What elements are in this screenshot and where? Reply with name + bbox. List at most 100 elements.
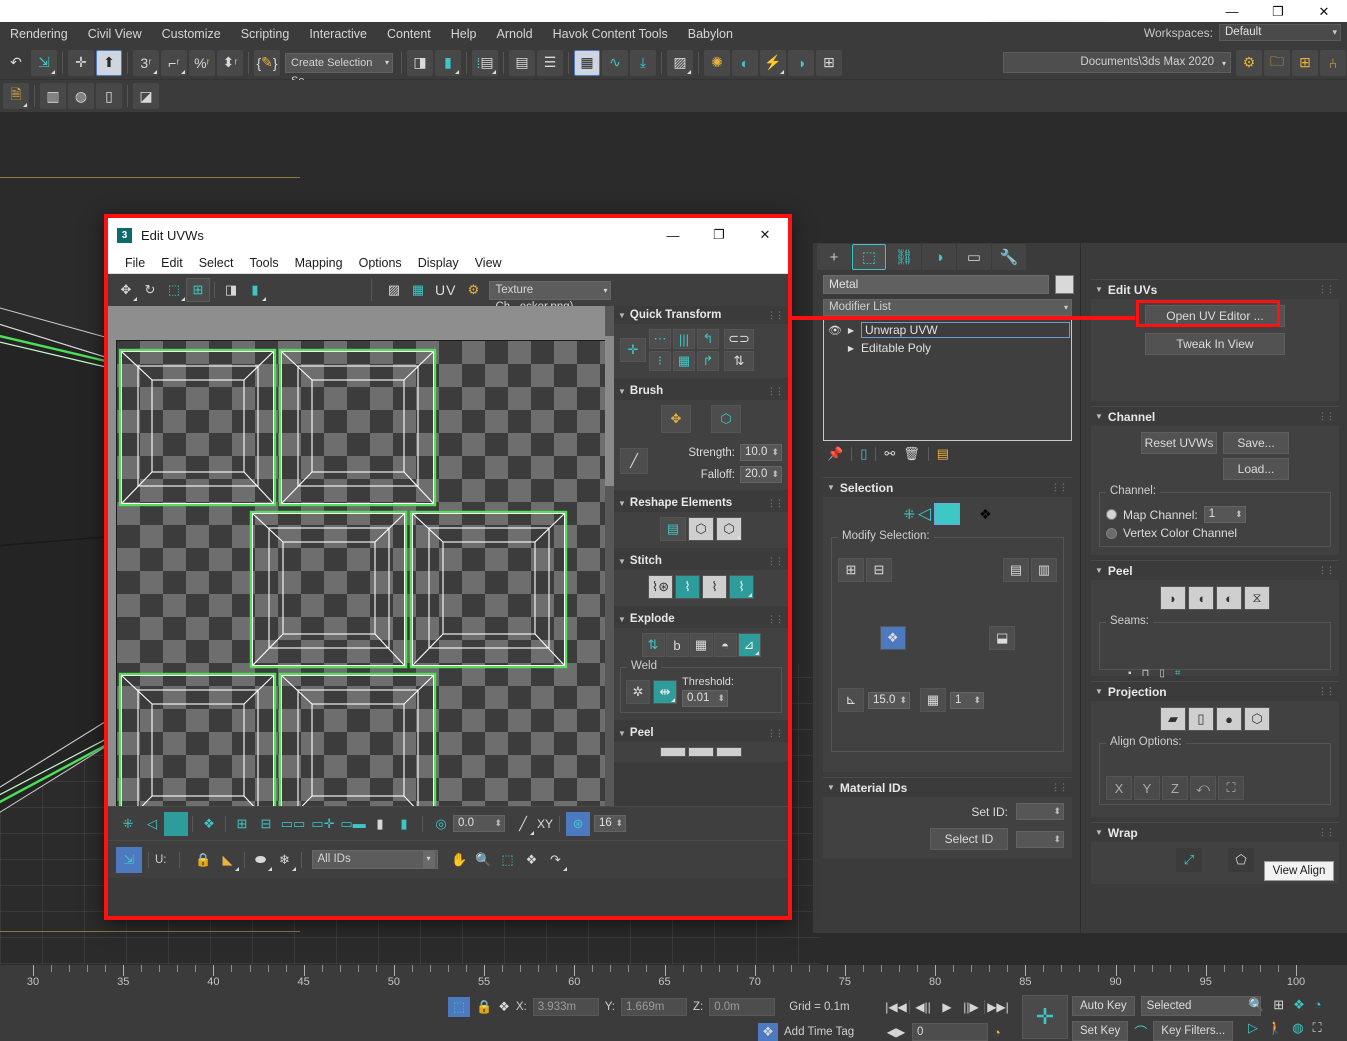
stitch-target-icon[interactable]: ⌇ xyxy=(702,575,727,599)
expand-selection-icon[interactable]: ⊞ xyxy=(230,812,254,836)
unwrap-options-icon[interactable]: ⇲ xyxy=(116,847,142,873)
uvw-menu-mapping[interactable]: Mapping xyxy=(287,254,351,272)
break-icon[interactable]: ⇅ xyxy=(642,633,665,657)
set-key-mode-icon[interactable]: ⤓ xyxy=(630,50,656,76)
rotate-cw-90-icon[interactable]: ↱ xyxy=(697,351,719,371)
show-end-result-icon[interactable]: ▯ xyxy=(860,446,867,462)
isolate-selection-icon[interactable]: ❖ xyxy=(498,999,510,1015)
save-channel-button[interactable]: Save... xyxy=(1223,432,1289,454)
select-id-button[interactable]: Select ID xyxy=(930,828,1008,850)
quick-peel-icon[interactable] xyxy=(660,747,686,757)
mirror-icon[interactable]: ◨ xyxy=(407,50,433,76)
field-of-view-icon[interactable]: ◔ xyxy=(1314,997,1322,1013)
edit-uvws-maximize-button[interactable]: ❐ xyxy=(696,218,742,252)
element-select-icon[interactable]: ❖ xyxy=(880,626,906,650)
spinner-snap-icon[interactable]: %ʳ xyxy=(189,50,215,76)
falloff-value[interactable]: 20.0 xyxy=(740,466,782,483)
select-object-icon[interactable]: ✛ xyxy=(68,50,94,76)
key-tangent-icon[interactable]: ⌒ xyxy=(1134,1022,1147,1041)
configure-project-icon[interactable]: ⚙ xyxy=(1236,50,1262,76)
modifier-list-dropdown[interactable]: Modifier List xyxy=(823,299,1072,316)
key-filters-button[interactable]: Key Filters... xyxy=(1153,1021,1233,1041)
time-tag-icon[interactable]: ❖ xyxy=(758,1023,778,1041)
uvw-menu-select[interactable]: Select xyxy=(191,254,242,272)
texture-settings-icon[interactable]: ⚙ xyxy=(461,278,485,302)
map-channel-row[interactable]: Map Channel: 1 xyxy=(1106,506,1324,523)
align-z-button[interactable]: Z xyxy=(1162,776,1188,800)
edge-sel-to-pelt-seam-icon[interactable]: ⊓ xyxy=(1142,668,1150,679)
edit-uvws-close-button[interactable]: ✕ xyxy=(742,218,788,252)
relax-icon[interactable]: ⬡ xyxy=(688,517,714,541)
paint-move-brush-icon[interactable]: ✥ xyxy=(661,405,691,433)
uvw-menu-edit[interactable]: Edit xyxy=(153,254,191,272)
falloff-curve-icon[interactable]: ╱ xyxy=(620,448,648,474)
x-value-field[interactable]: 3.933m xyxy=(533,998,599,1016)
ring-uv-icon[interactable]: ▭▬ xyxy=(338,812,368,836)
edit-uvws-minimize-button[interactable]: — xyxy=(650,218,696,252)
uvw-menu-view[interactable]: View xyxy=(467,254,510,272)
set-id-field[interactable] xyxy=(1016,803,1064,820)
space-vertical-icon[interactable]: ||| xyxy=(673,329,695,349)
render-iterative-icon[interactable]: ◑ xyxy=(788,50,814,76)
rotate-selected-icon[interactable]: ↻ xyxy=(138,278,162,302)
quick-transform-main-icon[interactable]: ✛ xyxy=(620,338,646,362)
window-minimize-button[interactable]: — xyxy=(1209,0,1255,22)
stack-item-editable-poly[interactable]: ▶ Editable Poly xyxy=(825,339,1070,357)
chevron-right-icon[interactable]: ▶ xyxy=(846,326,856,335)
pelt-map-icon[interactable] xyxy=(716,747,742,757)
open-file-icon[interactable]: 🗎 xyxy=(3,83,29,109)
vertex-color-row[interactable]: Vertex Color Channel xyxy=(1106,526,1324,540)
reset-uvws-button[interactable]: Reset UVWs xyxy=(1141,432,1217,454)
stitch-icon[interactable]: ⌇ xyxy=(729,575,754,599)
render-uv-template-icon[interactable]: ⬡ xyxy=(716,517,742,541)
time-slider-ruler[interactable]: 3035404550556065707580859095100 xyxy=(0,964,1347,992)
activeshade-icon[interactable]: ⊞ xyxy=(816,50,842,76)
strength-value[interactable]: 10.0 xyxy=(740,444,782,461)
snap-icon[interactable]: ⊛ xyxy=(566,812,590,836)
material-sphere-icon[interactable]: ◍ xyxy=(68,83,94,109)
face-subobject-icon[interactable] xyxy=(164,812,188,836)
align-horizontal-icon[interactable]: ⋯ xyxy=(649,329,671,349)
zoom-region-icon[interactable]: ⬚ xyxy=(496,848,520,872)
select-id-field[interactable] xyxy=(1016,831,1064,848)
menu-havok-content-tools[interactable]: Havok Content Tools xyxy=(543,24,678,44)
asset-tracking-icon[interactable]: ▥ xyxy=(40,83,66,109)
loop-uv-icon[interactable]: ▭▭ xyxy=(278,812,308,836)
flip-vertical-icon[interactable]: ⇅ xyxy=(724,351,754,371)
menu-customize[interactable]: Customize xyxy=(152,24,231,44)
named-selection-sets-icon[interactable]: {✎} xyxy=(254,50,280,76)
project-hierarchy-icon[interactable]: ⑃ xyxy=(1320,50,1346,76)
wrap-face-icon[interactable]: ⬠ xyxy=(1228,848,1254,872)
time-configuration-icon[interactable]: ◔ xyxy=(993,1025,1001,1040)
add-time-tag-label[interactable]: Add Time Tag xyxy=(784,1026,854,1038)
point-to-point-seam-icon[interactable]: ▪ xyxy=(1128,668,1132,679)
menu-civil-view[interactable]: Civil View xyxy=(78,24,152,44)
menu-help[interactable]: Help xyxy=(441,24,487,44)
object-color-swatch[interactable] xyxy=(1055,275,1074,294)
key-mode-toggle-icon[interactable]: ◀▶ xyxy=(885,1022,907,1041)
target-weld-icon[interactable]: ✲ xyxy=(626,680,650,704)
go-to-start-icon[interactable]: |◀◀ xyxy=(885,997,907,1017)
uv-canvas-area[interactable] xyxy=(108,306,614,806)
quick-peel-icon[interactable]: ◗ xyxy=(1160,586,1186,610)
uvroll-brush-header[interactable]: ▼ Brush ⋮⋮ xyxy=(614,382,788,400)
open-project-folder-icon[interactable]: 🗀 xyxy=(1264,50,1290,76)
xy-axis-label[interactable]: XY xyxy=(537,817,553,831)
uvroll-quick-transform-header[interactable]: ▼ Quick Transform ⋮⋮ xyxy=(614,306,788,324)
material-editor-icon[interactable]: ▨ xyxy=(667,50,693,76)
edge-subobject-icon[interactable]: ◁ xyxy=(140,812,164,836)
rotate-ccw-90-icon[interactable]: ↰ xyxy=(697,329,719,349)
best-align-icon[interactable]: ⤺ xyxy=(1190,776,1216,800)
snap-to-icon[interactable]: ↷ xyxy=(544,848,568,872)
percent-snap-icon[interactable]: ⌐ʳ xyxy=(161,50,187,76)
peel-mode-icon[interactable] xyxy=(688,747,714,757)
grid-value[interactable]: 16 xyxy=(594,815,626,832)
planar-angle-icon[interactable]: ⊾ xyxy=(838,688,864,712)
y-value-field[interactable]: 1.669m xyxy=(621,998,687,1016)
ring-select-icon[interactable]: ▥ xyxy=(1031,558,1057,582)
show-map-icon[interactable]: ▦ xyxy=(406,278,430,302)
load-channel-button[interactable]: Load... xyxy=(1223,458,1289,480)
planar-angle-value[interactable]: 15.0 xyxy=(868,692,910,709)
relax-brush-icon[interactable]: ⬡ xyxy=(711,405,741,433)
scene-explorer-icon[interactable]: ▤ xyxy=(509,50,535,76)
